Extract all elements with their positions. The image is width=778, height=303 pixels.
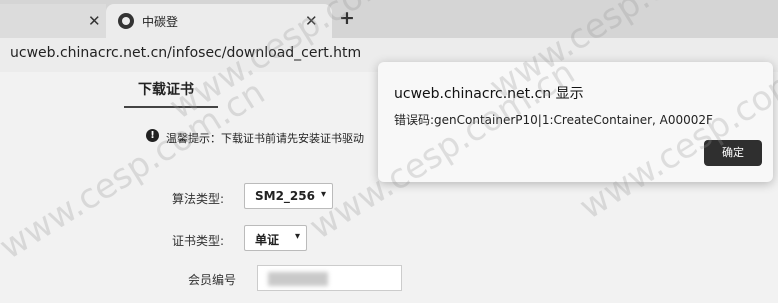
close-active-tab-icon[interactable]: ✕ bbox=[305, 14, 318, 29]
new-tab-icon[interactable]: + bbox=[339, 9, 355, 28]
url-text[interactable]: ucweb.chinacrc.net.cn/infosec/download_c… bbox=[10, 45, 361, 61]
tab-strip: ✕ 中碳登 ✕ + bbox=[0, 0, 778, 38]
close-tab-icon[interactable]: ✕ bbox=[88, 14, 101, 29]
algorithm-select[interactable]: SM2_256 ▾ bbox=[244, 183, 333, 209]
algorithm-label: 算法类型: bbox=[172, 192, 225, 206]
tab-download-cert-label: 下载证书 bbox=[138, 82, 194, 98]
cert-type-value: 单证 bbox=[255, 233, 280, 247]
tab-download-cert[interactable]: 下载证书 bbox=[124, 76, 218, 108]
site-favicon-icon bbox=[118, 13, 134, 29]
member-no-label: 会员编号 bbox=[188, 273, 237, 287]
active-tab[interactable]: 中碳登 ✕ bbox=[106, 4, 332, 38]
redacted-value bbox=[268, 272, 328, 286]
tip-text: 温馨提示：下载证书前请先安装证书驱动 bbox=[166, 132, 364, 145]
cert-type-label: 证书类型: bbox=[172, 234, 225, 248]
info-icon: ! bbox=[146, 129, 159, 142]
algorithm-value: SM2_256 bbox=[255, 189, 315, 203]
chevron-down-icon: ▾ bbox=[320, 189, 326, 200]
alert-dialog: ucweb.chinacrc.net.cn 显示 错误码:genContaine… bbox=[378, 62, 773, 182]
tab-title: 中碳登 bbox=[142, 15, 179, 29]
chevron-down-icon: ▾ bbox=[294, 231, 300, 242]
background-tab[interactable]: ✕ bbox=[0, 4, 106, 38]
dialog-title: ucweb.chinacrc.net.cn 显示 bbox=[394, 86, 584, 102]
dialog-message: 错误码:genContainerP10|1:CreateContainer, A… bbox=[394, 113, 713, 127]
cert-type-select[interactable]: 单证 ▾ bbox=[244, 225, 307, 251]
ok-button[interactable]: 确定 bbox=[704, 140, 762, 166]
member-no-input[interactable] bbox=[257, 265, 402, 291]
